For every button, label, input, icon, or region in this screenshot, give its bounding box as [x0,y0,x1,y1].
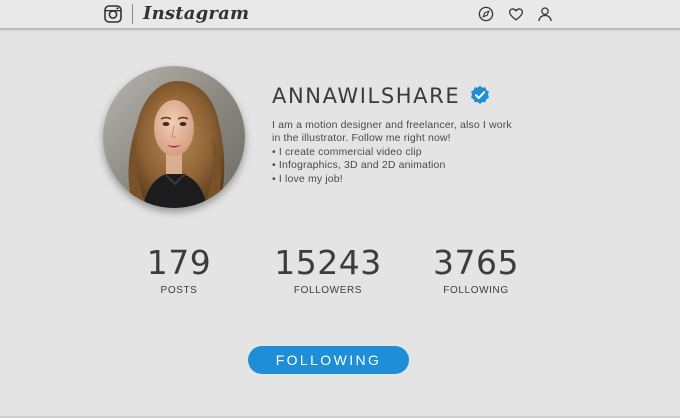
stat-followers-label: FOLLOWERS [293,285,363,296]
profile-photo [103,66,245,208]
user-icon[interactable] [537,6,553,22]
nav-divider [132,4,133,24]
compass-icon[interactable] [478,6,494,22]
stat-followers-value: 15243 [274,243,382,282]
stat-followers[interactable]: 15243 FOLLOWERS [258,243,398,296]
verified-badge-icon [471,85,489,104]
top-navbar: Instagram [0,0,680,30]
profile-username: ANNAWILSHARE [272,84,461,108]
profile-bio: I am a motion designer and freelancer, a… [272,119,562,186]
bio-line: • I create commercial video clip [272,145,422,158]
stat-posts[interactable]: 179 POSTS [109,243,249,296]
bio-line: • Infographics, 3D and 2D animation [272,159,446,172]
stat-posts-value: 179 [146,243,212,282]
heart-icon[interactable] [508,6,524,22]
bio-line: I am a motion designer and freelancer, a… [272,119,512,131]
stat-following-label: FOLLOWING [443,285,509,296]
stat-posts-label: POSTS [160,285,198,296]
bio-line: • I love my job! [272,172,343,185]
instagram-camera-icon[interactable] [104,5,122,23]
stat-following[interactable]: 3765 FOLLOWING [406,243,546,296]
following-button[interactable]: FOLLOWING [248,346,409,374]
bio-line: in the illustrator. Follow me right now! [272,132,451,145]
stat-following-value: 3765 [433,243,519,282]
brand-wordmark[interactable]: Instagram [143,3,249,24]
profile-avatar[interactable] [103,66,245,208]
